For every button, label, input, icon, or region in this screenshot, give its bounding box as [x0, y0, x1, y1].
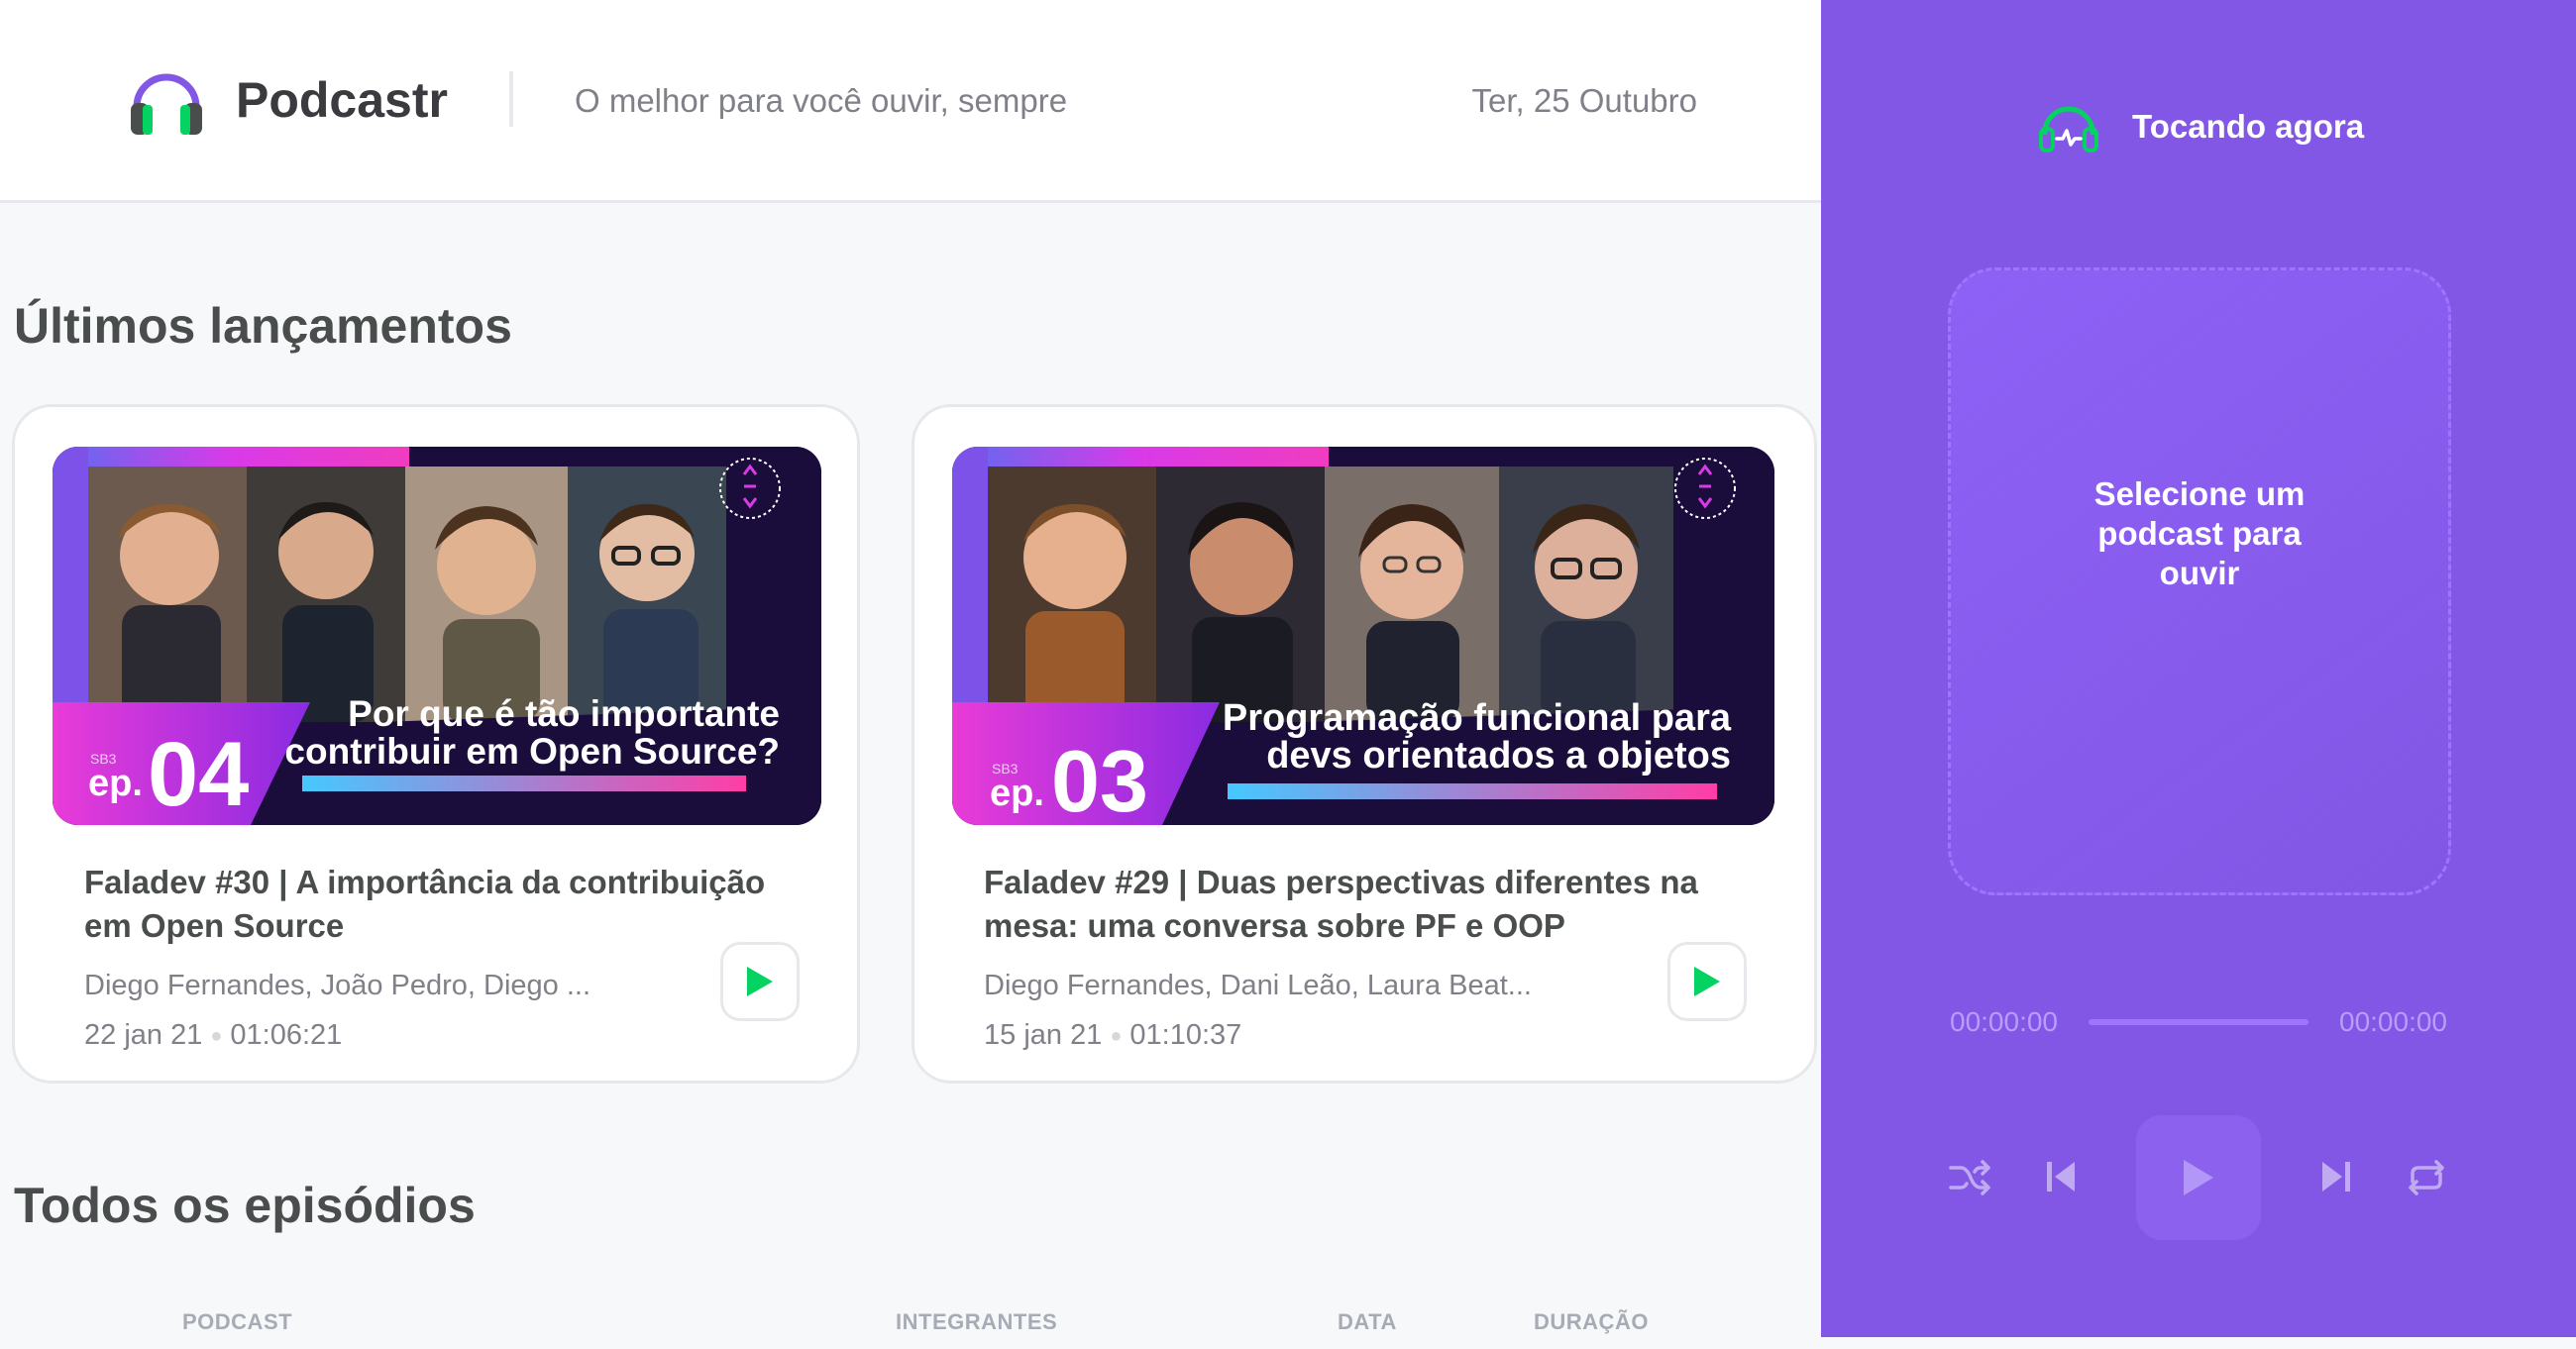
episode-thumbnail-image: SB3 ep. 03 Programação funcional para de…	[952, 447, 1774, 825]
episode-card: SB3 ep. 04 Por que é tão importante cont…	[12, 404, 860, 1084]
episode-date: 22 jan 21	[84, 1019, 203, 1051]
now-playing-label: Tocando agora	[2132, 108, 2365, 145]
episode-title-link[interactable]: Faladev #30 | A importância da contribui…	[84, 861, 817, 948]
episode-card: SB3 ep. 03 Programação funcional para de…	[912, 404, 1817, 1084]
episode-duration: 01:06:21	[230, 1019, 343, 1051]
next-button[interactable]	[2316, 1157, 2356, 1196]
thumb-ep-prefix: ep.	[88, 763, 143, 804]
play-pause-button[interactable]	[2136, 1115, 2261, 1240]
column-header-date: DATA	[1338, 1309, 1397, 1334]
player-panel: Tocando agora Selecione um podcast para …	[1821, 0, 2576, 1337]
episode-duration: 01:10:37	[1129, 1019, 1242, 1051]
shuffle-icon	[1949, 1160, 1990, 1195]
episode-members: Diego Fernandes, Dani Leão, Laura Beat..…	[984, 970, 1532, 1001]
repeat-icon	[2409, 1160, 2444, 1195]
meta-separator: ●	[1110, 1025, 1123, 1048]
thumb-ep-number: 03	[1051, 732, 1148, 825]
play-icon	[2184, 1160, 2213, 1195]
total-time: 00:00:00	[2339, 1006, 2447, 1037]
episode-meta: 15 jan 21 ● 01:10:37	[984, 1017, 1241, 1054]
thumb-ep-number: 04	[148, 724, 249, 825]
header: Podcastr O melhor para você ouvir, sempr…	[0, 0, 1821, 203]
thumb-line1: Programação funcional para	[1223, 697, 1732, 739]
app: Podcastr O melhor para você ouvir, sempr…	[0, 0, 2576, 1349]
column-header-podcast: PODCAST	[182, 1309, 293, 1334]
header-divider	[509, 71, 513, 127]
repeat-button[interactable]	[2404, 1155, 2449, 1200]
previous-button[interactable]	[2041, 1157, 2081, 1196]
shuffle-button[interactable]	[1948, 1155, 1993, 1200]
episode-thumbnail-image: SB3 ep. 04 Por que é tão importante cont…	[53, 447, 821, 825]
headphones-logo-icon	[131, 73, 202, 135]
skip-next-icon	[2322, 1162, 2350, 1192]
thumb-line2: devs orientados a objetos	[1266, 735, 1731, 777]
latest-releases-title: Últimos lançamentos	[14, 298, 512, 354]
tagline: O melhor para você ouvir, sempre	[575, 82, 1068, 119]
episode-meta: 22 jan 21 ● 01:06:21	[84, 1017, 342, 1054]
play-icon	[747, 967, 773, 996]
episode-title-link[interactable]: Faladev #29 | Duas perspectivas diferent…	[984, 861, 1776, 948]
thumb-line1: Por que é tão importante	[348, 693, 780, 734]
column-header-members: INTEGRANTES	[896, 1309, 1058, 1334]
progress-slider[interactable]	[2089, 1019, 2308, 1025]
episode-members: Diego Fernandes, João Pedro, Diego ...	[84, 970, 591, 1001]
meta-separator: ●	[210, 1025, 223, 1048]
column-header-duration: DURAÇÃO	[1534, 1309, 1649, 1334]
play-episode-button[interactable]	[1667, 942, 1747, 1021]
now-playing-header: Tocando agora	[2039, 99, 2364, 155]
episode-thumbnail[interactable]: SB3 ep. 04 Por que é tão importante cont…	[53, 447, 821, 825]
thumb-line2: contribuir em Open Source?	[284, 731, 780, 772]
empty-player-area: Selecione um podcast para ouvir	[1948, 267, 2451, 895]
play-episode-button[interactable]	[720, 942, 800, 1021]
brand-name: Podcastr	[236, 72, 448, 128]
empty-player-message: Selecione um podcast para ouvir	[2093, 475, 2306, 591]
play-icon	[1694, 967, 1720, 996]
all-episodes-title: Todos os episódios	[14, 1178, 476, 1233]
thumb-ep-prefix: ep.	[990, 773, 1044, 814]
episode-thumbnail[interactable]: SB3 ep. 03 Programação funcional para de…	[952, 447, 1774, 825]
episode-date: 15 jan 21	[984, 1019, 1103, 1051]
skip-previous-icon	[2047, 1162, 2075, 1192]
current-time: 00:00:00	[1950, 1006, 2058, 1037]
current-date: Ter, 25 Outubro	[1471, 82, 1697, 119]
headphones-playing-icon	[2039, 106, 2098, 153]
